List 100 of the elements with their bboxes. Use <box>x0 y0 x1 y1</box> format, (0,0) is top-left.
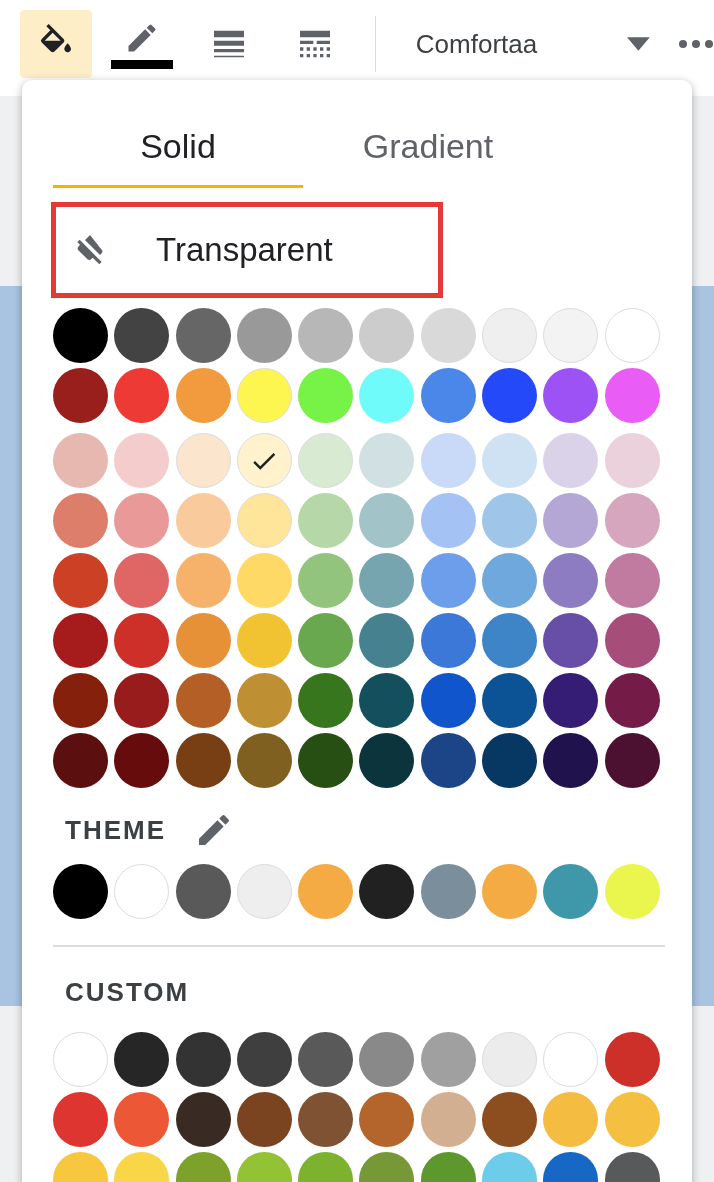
color-swatch[interactable] <box>298 673 354 728</box>
color-swatch[interactable] <box>482 553 538 608</box>
color-swatch[interactable] <box>604 733 660 788</box>
color-swatch[interactable] <box>114 733 170 788</box>
color-swatch[interactable] <box>53 493 108 548</box>
color-swatch[interactable] <box>482 493 538 548</box>
color-swatch[interactable] <box>236 553 292 608</box>
color-swatch[interactable] <box>236 613 292 668</box>
color-swatch[interactable] <box>604 613 660 668</box>
fill-color-button[interactable] <box>20 10 93 78</box>
more-icon[interactable] <box>678 39 714 49</box>
color-swatch[interactable] <box>420 1092 476 1147</box>
transparent-button[interactable]: Transparent <box>60 211 434 289</box>
color-swatch[interactable] <box>543 1092 599 1147</box>
color-swatch[interactable] <box>298 1092 354 1147</box>
color-swatch[interactable] <box>359 553 415 608</box>
color-swatch[interactable] <box>236 1092 292 1147</box>
color-swatch[interactable] <box>359 308 415 363</box>
color-swatch[interactable] <box>114 368 170 423</box>
color-swatch[interactable] <box>114 1092 170 1147</box>
color-swatch[interactable] <box>604 368 660 423</box>
color-swatch[interactable] <box>53 864 108 919</box>
color-swatch[interactable] <box>359 613 415 668</box>
color-swatch[interactable] <box>359 1092 415 1147</box>
color-swatch[interactable] <box>359 433 415 488</box>
color-swatch[interactable] <box>543 553 599 608</box>
color-swatch[interactable] <box>604 673 660 728</box>
color-swatch[interactable] <box>114 673 170 728</box>
color-swatch[interactable] <box>114 553 170 608</box>
color-swatch[interactable] <box>175 553 231 608</box>
color-swatch[interactable] <box>53 673 108 728</box>
color-swatch[interactable] <box>53 368 108 423</box>
color-swatch[interactable] <box>420 553 476 608</box>
color-swatch[interactable] <box>175 673 231 728</box>
color-swatch[interactable] <box>53 1092 108 1147</box>
caret-icon[interactable] <box>627 37 650 51</box>
color-swatch[interactable] <box>359 368 415 423</box>
color-swatch[interactable] <box>482 613 538 668</box>
color-swatch[interactable] <box>482 1092 538 1147</box>
color-swatch[interactable] <box>114 1032 170 1087</box>
color-swatch[interactable] <box>543 433 599 488</box>
color-swatch[interactable] <box>420 673 476 728</box>
color-swatch[interactable] <box>359 1032 415 1087</box>
color-swatch[interactable] <box>175 308 231 363</box>
color-swatch[interactable] <box>114 308 170 363</box>
color-swatch[interactable] <box>482 673 538 728</box>
color-swatch[interactable] <box>298 1032 354 1087</box>
color-swatch[interactable] <box>604 1092 660 1147</box>
color-swatch[interactable] <box>53 308 108 363</box>
color-swatch[interactable] <box>543 613 599 668</box>
color-swatch[interactable] <box>175 864 231 919</box>
color-swatch[interactable] <box>175 733 231 788</box>
tab[interactable]: Solid <box>53 108 303 188</box>
color-swatch[interactable] <box>236 673 292 728</box>
color-swatch[interactable] <box>604 864 660 919</box>
color-swatch[interactable] <box>420 433 476 488</box>
color-swatch[interactable] <box>420 493 476 548</box>
color-swatch[interactable] <box>420 864 476 919</box>
color-swatch[interactable] <box>359 733 415 788</box>
color-swatch[interactable] <box>298 864 354 919</box>
color-swatch[interactable] <box>604 433 660 488</box>
color-swatch[interactable] <box>420 1032 476 1087</box>
color-swatch[interactable] <box>420 613 476 668</box>
color-swatch[interactable] <box>298 368 354 423</box>
color-swatch[interactable] <box>175 1092 231 1147</box>
font-dropdown[interactable]: Comfortaa <box>403 16 550 72</box>
color-swatch[interactable] <box>543 864 599 919</box>
tab[interactable]: Gradient <box>303 108 553 188</box>
color-swatch[interactable] <box>298 308 354 363</box>
color-swatch[interactable] <box>543 733 599 788</box>
color-swatch[interactable] <box>420 733 476 788</box>
color-swatch[interactable] <box>482 864 538 919</box>
color-swatch[interactable] <box>114 613 170 668</box>
color-swatch[interactable] <box>175 493 231 548</box>
color-swatch[interactable] <box>53 613 108 668</box>
color-swatch[interactable] <box>298 493 354 548</box>
color-swatch[interactable] <box>175 1032 231 1087</box>
color-swatch[interactable] <box>236 733 292 788</box>
color-swatch[interactable] <box>543 673 599 728</box>
color-swatch[interactable] <box>175 613 231 668</box>
color-swatch[interactable] <box>543 368 599 423</box>
color-swatch[interactable] <box>298 733 354 788</box>
color-swatch[interactable] <box>53 553 108 608</box>
color-swatch[interactable] <box>236 308 292 363</box>
color-swatch[interactable] <box>604 493 660 548</box>
color-swatch[interactable] <box>236 1032 292 1087</box>
color-swatch[interactable] <box>298 553 354 608</box>
color-swatch[interactable] <box>543 493 599 548</box>
color-swatch[interactable] <box>53 733 108 788</box>
color-swatch[interactable] <box>114 433 170 488</box>
color-swatch[interactable] <box>114 493 170 548</box>
color-swatch[interactable] <box>53 433 108 488</box>
color-swatch[interactable] <box>420 368 476 423</box>
color-swatch[interactable] <box>298 613 354 668</box>
color-swatch[interactable] <box>482 368 538 423</box>
color-swatch[interactable] <box>482 433 538 488</box>
color-swatch[interactable] <box>359 864 415 919</box>
color-swatch[interactable] <box>175 368 231 423</box>
color-swatch[interactable] <box>604 1032 660 1087</box>
color-swatch[interactable] <box>359 493 415 548</box>
